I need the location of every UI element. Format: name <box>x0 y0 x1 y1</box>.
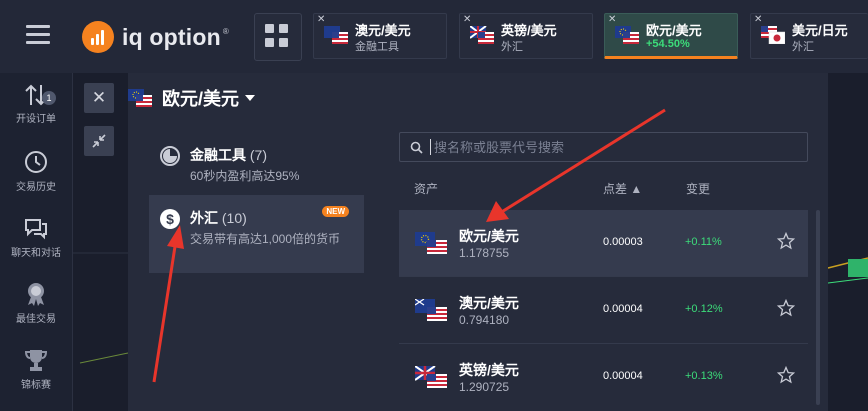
annotation-arrow-eur-usd <box>499 108 666 215</box>
annotation-arrows <box>152 108 666 383</box>
annotation-arrow-forex <box>152 239 178 383</box>
arrow-head-icon <box>486 201 509 222</box>
arrow-head-icon <box>167 225 184 249</box>
